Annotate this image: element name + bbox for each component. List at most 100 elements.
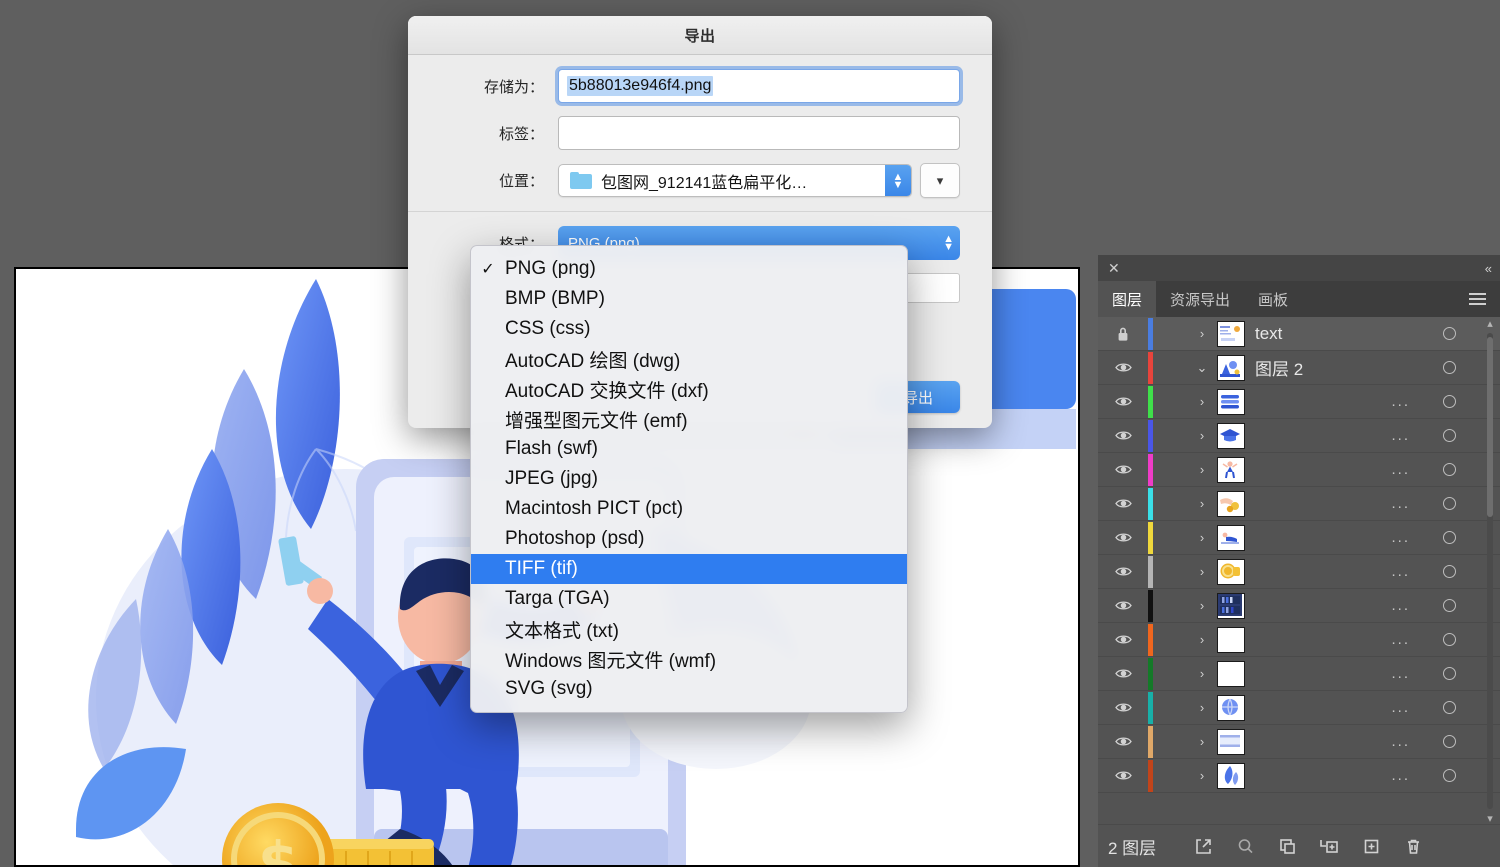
chevron-right-icon[interactable]: › — [1187, 700, 1217, 715]
layer-row[interactable]: ⌄ 图层 2 — [1098, 351, 1500, 385]
collapse-panel-icon[interactable]: « — [1485, 261, 1492, 276]
eye-icon[interactable] — [1098, 633, 1148, 646]
tab-layers[interactable]: 图层 — [1098, 281, 1157, 317]
layer-target-indicator[interactable] — [1418, 667, 1480, 680]
eye-icon[interactable] — [1098, 599, 1148, 612]
layer-row[interactable]: › text — [1098, 317, 1500, 351]
eye-icon[interactable] — [1098, 395, 1148, 408]
panel-menu-button[interactable] — [1455, 281, 1500, 317]
layer-target-indicator[interactable] — [1418, 531, 1480, 544]
create-layer-icon[interactable] — [1350, 837, 1392, 856]
layer-target-indicator[interactable] — [1418, 395, 1480, 408]
chevron-right-icon[interactable]: › — [1187, 564, 1217, 579]
chevron-right-icon[interactable]: › — [1187, 768, 1217, 783]
tab-asset-export[interactable]: 资源导出 — [1156, 281, 1244, 317]
eye-icon[interactable] — [1098, 463, 1148, 476]
layer-name[interactable]: text — [1255, 324, 1410, 344]
location-stepper[interactable]: ▲ ▼ — [885, 165, 911, 196]
eye-icon[interactable] — [1098, 701, 1148, 714]
lock-icon[interactable] — [1098, 326, 1148, 342]
format-menu-item[interactable]: CSS (css) — [471, 314, 907, 344]
format-menu-item[interactable]: Targa (TGA) — [471, 584, 907, 614]
close-icon[interactable]: ✕ — [1108, 260, 1120, 277]
chevron-down-icon[interactable]: ⌄ — [1187, 360, 1217, 376]
format-menu-item[interactable]: 文本格式 (txt) — [471, 614, 907, 644]
chevron-right-icon[interactable]: › — [1187, 666, 1217, 681]
chevron-right-icon[interactable]: › — [1187, 428, 1217, 443]
layer-row[interactable]: ›... — [1098, 589, 1500, 623]
export-selection-icon[interactable] — [1182, 837, 1224, 856]
format-menu-item[interactable]: Windows 图元文件 (wmf) — [471, 644, 907, 674]
duplicate-layer-icon[interactable] — [1266, 837, 1308, 856]
tags-input[interactable] — [558, 116, 960, 150]
layer-thumbnail — [1217, 592, 1245, 619]
format-menu-item[interactable]: BMP (BMP) — [471, 284, 907, 314]
layer-target-indicator[interactable] — [1418, 633, 1480, 646]
format-menu-item[interactable]: AutoCAD 交换文件 (dxf) — [471, 374, 907, 404]
eye-icon[interactable] — [1098, 497, 1148, 510]
chevron-right-icon[interactable]: › — [1187, 530, 1217, 545]
layer-target-indicator[interactable] — [1418, 463, 1480, 476]
format-menu-item[interactable]: JPEG (jpg) — [471, 464, 907, 494]
layer-target-indicator[interactable] — [1418, 327, 1480, 340]
layer-list[interactable]: › text ⌄ 图层 2 ›... ›... ›... ›... ›... ›... ›... ›.… — [1098, 317, 1500, 825]
tab-artboards[interactable]: 画板 — [1244, 281, 1302, 317]
format-menu-item[interactable]: AutoCAD 绘图 (dwg) — [471, 344, 907, 374]
location-popup-button[interactable]: 包图网_912141蓝色扁平化… ▲ ▼ — [558, 164, 912, 197]
format-menu-item[interactable]: TIFF (tif) — [471, 554, 907, 584]
layer-row[interactable]: ›... — [1098, 385, 1500, 419]
target-circle-icon — [1442, 429, 1456, 442]
format-menu-item[interactable]: Flash (swf) — [471, 434, 907, 464]
layer-name[interactable]: 图层 2 — [1255, 355, 1410, 380]
layers-scrollbar[interactable]: ▴ ▾ — [1482, 317, 1498, 825]
layer-color-swatch — [1148, 317, 1153, 350]
format-menu-item[interactable]: 增强型图元文件 (emf) — [471, 404, 907, 434]
layer-row[interactable]: ›... — [1098, 725, 1500, 759]
layer-row[interactable]: ›... — [1098, 521, 1500, 555]
layer-target-indicator[interactable] — [1418, 735, 1480, 748]
layer-row[interactable]: ›... — [1098, 623, 1500, 657]
eye-icon[interactable] — [1098, 565, 1148, 578]
chevron-right-icon[interactable]: › — [1187, 632, 1217, 647]
chevron-right-icon[interactable]: › — [1187, 326, 1217, 341]
format-menu-item[interactable]: ✓ PNG (png) — [471, 254, 907, 284]
chevron-right-icon[interactable]: › — [1187, 462, 1217, 477]
layer-target-indicator[interactable] — [1418, 361, 1480, 374]
layers-panel[interactable]: ✕ « 图层 资源导出 画板 › text ⌄ 图层 2 ›... ›... ›... ›..… — [1098, 255, 1500, 867]
layer-target-indicator[interactable] — [1418, 565, 1480, 578]
expand-browser-button[interactable]: ▾ — [920, 163, 960, 198]
format-menu-item[interactable]: SVG (svg) — [471, 674, 907, 704]
format-menu-item[interactable]: Macintosh PICT (pct) — [471, 494, 907, 524]
layer-row[interactable]: ›... — [1098, 487, 1500, 521]
chevron-right-icon[interactable]: › — [1187, 496, 1217, 511]
save-as-input[interactable]: 5b88013e946f4.png — [558, 69, 960, 103]
eye-icon[interactable] — [1098, 429, 1148, 442]
eye-icon[interactable] — [1098, 769, 1148, 782]
layer-target-indicator[interactable] — [1418, 599, 1480, 612]
locate-object-icon[interactable] — [1224, 837, 1266, 856]
layer-thumbnail — [1217, 524, 1245, 551]
layer-row[interactable]: ›... — [1098, 453, 1500, 487]
scroll-up-icon[interactable]: ▴ — [1487, 317, 1493, 330]
format-dropdown-menu[interactable]: ✓ PNG (png) BMP (BMP) CSS (css) AutoCAD 绘图 (… — [470, 245, 908, 713]
delete-layer-icon[interactable] — [1392, 837, 1434, 856]
layer-target-indicator[interactable] — [1418, 497, 1480, 510]
format-menu-item[interactable]: Photoshop (psd) — [471, 524, 907, 554]
layer-target-indicator[interactable] — [1418, 701, 1480, 714]
layer-row[interactable]: ›... — [1098, 555, 1500, 589]
eye-icon[interactable] — [1098, 361, 1148, 374]
chevron-right-icon[interactable]: › — [1187, 734, 1217, 749]
layer-row[interactable]: ›... — [1098, 759, 1500, 793]
layer-row[interactable]: ›... — [1098, 657, 1500, 691]
create-sublayer-icon[interactable] — [1308, 837, 1350, 856]
scrollbar-thumb[interactable] — [1487, 337, 1493, 517]
layer-row[interactable]: ›... — [1098, 419, 1500, 453]
eye-icon[interactable] — [1098, 735, 1148, 748]
layer-target-indicator[interactable] — [1418, 429, 1480, 442]
chevron-right-icon[interactable]: › — [1187, 394, 1217, 409]
layer-row[interactable]: ›... — [1098, 691, 1500, 725]
layer-target-indicator[interactable] — [1418, 769, 1480, 782]
eye-icon[interactable] — [1098, 531, 1148, 544]
chevron-right-icon[interactable]: › — [1187, 598, 1217, 613]
eye-icon[interactable] — [1098, 667, 1148, 680]
